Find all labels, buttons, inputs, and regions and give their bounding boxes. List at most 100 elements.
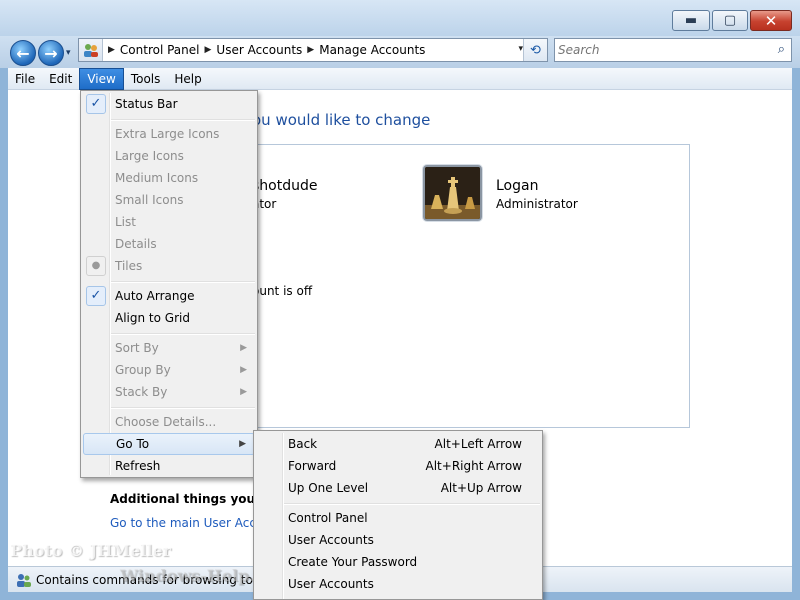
menu-item-up-one-level[interactable]: Up One Level Alt+Up Arrow [256, 477, 540, 499]
menu-item-medium-icons: Medium Icons [83, 167, 255, 189]
search-box[interactable]: ⌕ [554, 38, 792, 62]
menu-item-label: Sort By [115, 341, 159, 355]
menu-item-label: Back [288, 437, 318, 451]
menu-item-shortcut: Alt+Left Arrow [434, 437, 522, 451]
menu-item-refresh[interactable]: Refresh [83, 455, 255, 477]
recent-pages-dropdown-icon[interactable]: ▾ [66, 48, 71, 58]
maximize-button[interactable]: ▢ [712, 10, 748, 31]
search-icon[interactable]: ⌕ [778, 42, 785, 57]
menu-item-group-by: Group By ▶ [83, 359, 255, 381]
guest-account-status[interactable]: ount is off [252, 284, 312, 298]
title-bar: ▬ ▢ ✕ [0, 0, 800, 36]
account-name-shotdude[interactable]: shotdude [252, 178, 317, 194]
menu-item-label: Choose Details... [115, 415, 217, 429]
menu-item-user-accounts-2[interactable]: User Accounts [256, 573, 540, 595]
address-bar[interactable]: ▶ Control Panel ▶ User Accounts ▶ Manage… [78, 38, 548, 62]
menu-item-label: Forward [288, 459, 337, 473]
back-button[interactable]: ← [10, 40, 36, 66]
breadcrumb-manage-accounts[interactable]: Manage Accounts [319, 43, 425, 57]
menu-item-large-icons: Large Icons [83, 145, 255, 167]
menu-item-label: Refresh [115, 459, 161, 473]
menu-item-label: Stack By [115, 385, 168, 399]
menu-item-label: Control Panel [288, 511, 368, 525]
menu-item-label: Details [115, 237, 157, 251]
menu-separator [111, 333, 255, 335]
refresh-icon[interactable]: ⟲ [523, 39, 547, 61]
submenu-arrow-icon: ▶ [239, 439, 246, 449]
menu-item-label: Auto Arrange [115, 289, 195, 303]
menu-item-sort-by: Sort By ▶ [83, 337, 255, 359]
menu-item-label: Go To [116, 437, 150, 451]
account-type-logan: Administrator [496, 197, 578, 211]
menu-view[interactable]: View [79, 68, 124, 90]
search-input[interactable] [558, 41, 764, 59]
menu-item-extra-large-icons: Extra Large Icons [83, 123, 255, 145]
menu-item-control-panel[interactable]: Control Panel [256, 507, 540, 529]
menu-item-user-accounts[interactable]: User Accounts [256, 529, 540, 551]
menu-item-go-to[interactable]: Go To ▶ [83, 433, 255, 455]
menu-item-label: Group By [115, 363, 171, 377]
close-button[interactable]: ✕ [750, 10, 792, 31]
menu-separator [111, 407, 255, 409]
close-icon: ✕ [764, 11, 778, 30]
submenu-arrow-icon: ▶ [240, 343, 247, 353]
menu-item-label: Up One Level [288, 481, 369, 495]
menu-item-label: List [115, 215, 136, 229]
menu-item-label: Align to Grid [115, 311, 190, 325]
menu-item-forward[interactable]: Forward Alt+Right Arrow [256, 455, 540, 477]
minimize-icon: ▬ [684, 13, 698, 28]
forward-arrow-icon: → [44, 43, 58, 63]
view-menu-dropdown: ✓ Status Bar Extra Large Icons Large Ico… [80, 90, 258, 478]
menu-item-tiles: ● Tiles [83, 255, 255, 277]
breadcrumb-separator[interactable]: ▶ [302, 45, 319, 55]
menu-item-label: Medium Icons [115, 171, 199, 185]
menu-file[interactable]: File [8, 68, 42, 90]
submenu-arrow-icon: ▶ [240, 387, 247, 397]
menu-item-label: Status Bar [115, 97, 178, 111]
menu-tools[interactable]: Tools [124, 68, 168, 90]
menu-item-small-icons: Small Icons [83, 189, 255, 211]
checkmark-icon: ✓ [86, 94, 106, 114]
menu-item-create-your-password[interactable]: Create Your Password [256, 551, 540, 573]
menu-separator [284, 503, 540, 505]
page-heading: ou would like to change [252, 111, 431, 129]
menu-item-status-bar[interactable]: ✓ Status Bar [83, 93, 255, 115]
menu-item-back[interactable]: Back Alt+Left Arrow [256, 433, 540, 455]
menu-item-shortcut: Alt+Right Arrow [425, 459, 522, 473]
menu-separator [111, 119, 255, 121]
menu-item-list: List [83, 211, 255, 233]
minimize-button[interactable]: ▬ [672, 10, 710, 31]
menu-help[interactable]: Help [167, 68, 208, 90]
menu-item-label: Create Your Password [288, 555, 418, 569]
breadcrumb-user-accounts[interactable]: User Accounts [216, 43, 302, 57]
maximize-icon: ▢ [723, 13, 737, 28]
users-icon [16, 573, 32, 587]
go-to-submenu: Back Alt+Left Arrow Forward Alt+Right Ar… [253, 430, 543, 600]
menu-item-label: Tiles [115, 259, 143, 273]
menu-item-label: Small Icons [115, 193, 184, 207]
menu-separator [111, 281, 255, 283]
watermark-photo-credit: Photo © JHMeller [10, 541, 171, 560]
back-arrow-icon: ← [16, 43, 30, 63]
menu-edit[interactable]: Edit [42, 68, 79, 90]
menu-item-label: User Accounts [288, 577, 374, 591]
menu-item-choose-details: Choose Details... [83, 411, 255, 433]
submenu-arrow-icon: ▶ [240, 365, 247, 375]
main-user-accounts-link[interactable]: Go to the main User Accou [110, 516, 271, 530]
menu-item-label: Large Icons [115, 149, 184, 163]
control-panel-icon [79, 39, 103, 61]
menu-item-label: User Accounts [288, 533, 374, 547]
chess-king-avatar[interactable] [423, 165, 482, 221]
breadcrumb-separator[interactable]: ▶ [103, 45, 120, 55]
menu-item-shortcut: Alt+Up Arrow [440, 481, 522, 495]
breadcrumb-separator[interactable]: ▶ [200, 45, 217, 55]
breadcrumb-control-panel[interactable]: Control Panel [120, 43, 200, 57]
menu-item-label: Extra Large Icons [115, 127, 220, 141]
menu-item-auto-arrange[interactable]: ✓ Auto Arrange [83, 285, 255, 307]
radio-bullet-icon: ● [86, 256, 106, 276]
forward-button[interactable]: → [38, 40, 64, 66]
menu-bar: File Edit View Tools Help [8, 68, 792, 90]
account-name-logan[interactable]: Logan [496, 178, 538, 194]
menu-item-stack-by: Stack By ▶ [83, 381, 255, 403]
menu-item-align-to-grid[interactable]: Align to Grid [83, 307, 255, 329]
